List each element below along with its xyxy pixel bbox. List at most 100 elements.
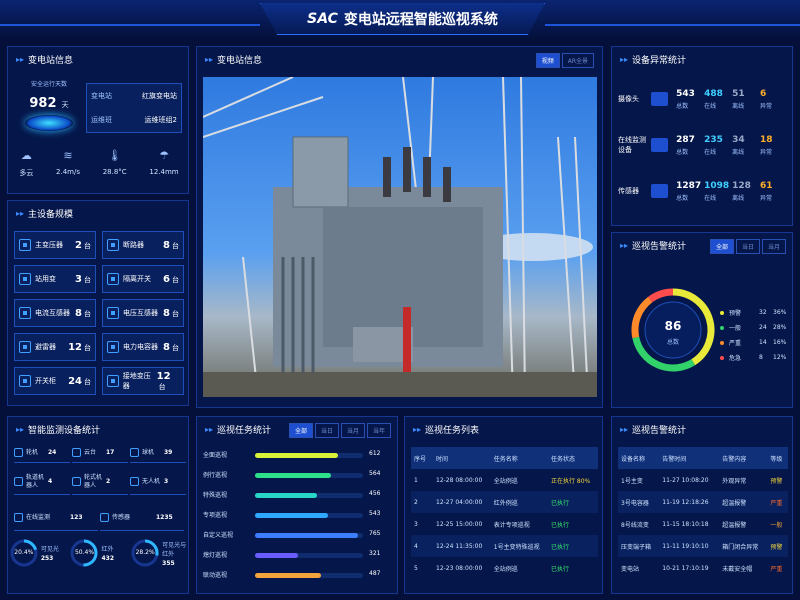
- alarm-table: 设备名称 告警时间 告警内容 等级 1号主变 11-27 10:08:20 外观异常…: [618, 447, 788, 579]
- task-bar-label: 熄灯巡视: [203, 552, 228, 559]
- smart-device-item[interactable]: 无人机 3: [130, 469, 186, 495]
- equipment-icon: [107, 375, 119, 387]
- equipment-item[interactable]: 避雷器 12 台: [14, 333, 96, 361]
- weather-value: 多云: [19, 169, 34, 177]
- panel-title: 变电站信息: [205, 53, 262, 66]
- task-status: 已执行: [551, 543, 570, 551]
- equipment-label: 电压互感器: [123, 309, 158, 317]
- station-info-panel: 变电站信息 安全运行天数 982 天 变电站 红旗变电站 运维班 运维班组2 ☁…: [7, 46, 189, 194]
- anomaly-row[interactable]: 摄像头 543 总数 488 在线 51 离线 6 异常: [618, 79, 788, 119]
- gauge-text: 红外 432: [101, 544, 127, 562]
- task-time: 12-28 08:00:00: [436, 476, 483, 484]
- alarm-device: 3号电容器: [621, 499, 649, 507]
- table-row[interactable]: 4 12-24 11:35:00 1号主变特殊巡视 已执行: [411, 535, 598, 557]
- table-row[interactable]: 8号线流变 11-15 18:10:18 超温报警 一般: [618, 513, 788, 535]
- equipment-item[interactable]: 断路器 8 台: [102, 231, 184, 259]
- equipment-count-wrap: 2台: [75, 240, 95, 251]
- alarm-stats-panel: 巡视告警统计 全部 当日 当月 86 总数 预警 32 36% 一般 24 28% 严重 14…: [611, 232, 793, 408]
- smart-device-item[interactable]: 云台 17: [72, 443, 128, 463]
- gauge-text: 可见光与红外 355: [162, 540, 188, 567]
- table-row[interactable]: 压变端子箱 11-11 19:10:10 箱门闭合异常 预警: [618, 535, 788, 557]
- anomaly-abnormal-cell: 61 异常: [760, 181, 788, 202]
- equipment-count-wrap: 8台: [163, 308, 183, 319]
- task-table-wrap: 序号 时间 任务名称 任务状态 1 12-28 08:00:00 全站例巡 正在执行 …: [411, 447, 598, 579]
- anomaly-panel: 设备异常统计 摄像头543总数488在线51离线6异常在线监测设备287总数23…: [611, 46, 793, 226]
- tab-ar[interactable]: AR全景: [561, 53, 594, 68]
- table-row[interactable]: 3 12-25 15:00:00 表计专项巡视 已执行: [411, 513, 598, 535]
- alarm-time: 11-11 19:10:10: [662, 542, 709, 550]
- tab-all[interactable]: 全部: [709, 239, 734, 254]
- tab-video[interactable]: 视频: [535, 53, 560, 68]
- tab-day[interactable]: 当日: [314, 423, 339, 438]
- legend-pct: 12%: [773, 354, 787, 361]
- equipment-icon: [107, 239, 119, 251]
- device-count: 24: [48, 449, 57, 456]
- device-label: 球机: [142, 448, 155, 456]
- task-bar-fill: [255, 493, 317, 498]
- equipment-unit: 台: [84, 343, 91, 352]
- equipment-item[interactable]: 隔离开关 6 台: [102, 265, 184, 293]
- safe-days-value: 982: [29, 96, 57, 111]
- gauge-wrap: 50.4%: [70, 539, 98, 567]
- equipment-icon: [19, 307, 31, 319]
- safe-days-unit: 天: [61, 101, 69, 109]
- equipment-label-wrap: 电压互感器: [103, 307, 158, 319]
- tab-year[interactable]: 当年: [366, 423, 391, 438]
- equipment-item[interactable]: 主变压器 2 台: [14, 231, 96, 259]
- equipment-count: 8: [163, 239, 170, 251]
- table-row[interactable]: 5 12-23 08:00:00 全站例巡 已执行: [411, 557, 598, 579]
- table-row[interactable]: 2 12-27 04:00:00 红外例巡 已执行: [411, 491, 598, 513]
- tab-month[interactable]: 当月: [761, 239, 786, 254]
- equipment-label: 电流互感器: [35, 309, 70, 317]
- equipment-unit: 台: [172, 343, 179, 352]
- equipment-item[interactable]: 开关柜 24 台: [14, 367, 96, 395]
- smart-device-item[interactable]: 轮式机器人 2: [72, 469, 128, 495]
- table-row[interactable]: 1号主变 11-27 10:08:20 外观异常 预警: [618, 469, 788, 491]
- panel-title: 巡视任务统计: [205, 423, 271, 436]
- video-feed[interactable]: [203, 77, 597, 397]
- equipment-item[interactable]: 电压互感器 8 台: [102, 299, 184, 327]
- equipment-label: 开关柜: [35, 377, 56, 385]
- smart-device-item[interactable]: 轨道机器人 4: [14, 469, 70, 495]
- table-row[interactable]: 1 12-28 08:00:00 全站例巡 正在执行 80%: [411, 469, 598, 491]
- anomaly-row[interactable]: 在线监测设备 287 总数 235 在线 34 离线 18 异常: [618, 125, 788, 165]
- device-type-label: 摄像头: [618, 95, 639, 103]
- anomaly-row[interactable]: 传感器 1287 总数 1098 在线 128 离线 61 异常: [618, 171, 788, 211]
- alarm-list-panel: 巡视告警统计 设备名称 告警时间 告警内容 等级 1号主变 11-27 10:08…: [611, 416, 793, 594]
- table-row[interactable]: 3号电容器 11-19 12:18:26 超温报警 严重: [618, 491, 788, 513]
- device-label: 在线监测: [26, 513, 51, 521]
- task-name: 红外例巡: [493, 499, 518, 507]
- smart-device-item[interactable]: 轮机 24: [14, 443, 70, 463]
- equipment-icon: [107, 273, 119, 285]
- smart-device-item[interactable]: 在线监测 123: [14, 505, 98, 531]
- task-stats-panel: 巡视任务统计 全部 当日 当月 当年 全面巡视 612 例行巡视 564 特殊巡视 456…: [196, 416, 398, 594]
- tab-all[interactable]: 全部: [288, 423, 313, 438]
- equipment-count: 12: [156, 370, 171, 382]
- anomaly-abnormal-value: 6: [760, 88, 767, 99]
- task-bar-value: 543: [369, 510, 381, 517]
- smart-device-item[interactable]: 传感器 1235: [100, 505, 184, 531]
- gauge-row: 20.4% 可见光 253 50.4% 红外 432 28.2% 可见光与红外 355: [8, 539, 190, 567]
- equipment-item[interactable]: 站用变 3 台: [14, 265, 96, 293]
- equipment-count: 8: [163, 307, 170, 319]
- anomaly-total-label: 总数: [676, 148, 689, 156]
- legend-dot: [720, 310, 724, 315]
- device-icon: [14, 448, 23, 457]
- tab-month[interactable]: 当月: [340, 423, 365, 438]
- smart-device-item[interactable]: 球机 39: [130, 443, 186, 463]
- weather-value: 12.4mm: [149, 168, 179, 176]
- panel-title: 主设备规模: [16, 207, 73, 220]
- device-icon: [130, 477, 139, 486]
- task-no: 4: [414, 542, 418, 550]
- anomaly-offline-label: 离线: [732, 194, 745, 202]
- task-bar-track: [255, 453, 363, 458]
- tab-day[interactable]: 当日: [735, 239, 760, 254]
- table-row[interactable]: 变电站 10-21 17:10:19 未戴安全帽 严重: [618, 557, 788, 579]
- equipment-item[interactable]: 电力电容器 8 台: [102, 333, 184, 361]
- equipment-item[interactable]: 接地变压器 12台: [102, 367, 184, 395]
- anomaly-abnormal-cell: 18 异常: [760, 135, 788, 156]
- anomaly-online-value: 488: [704, 88, 723, 99]
- equipment-item[interactable]: 电流互感器 8 台: [14, 299, 96, 327]
- legend-item: 预警 32 36%: [720, 305, 788, 320]
- equipment-label-wrap: 主变压器: [15, 239, 63, 251]
